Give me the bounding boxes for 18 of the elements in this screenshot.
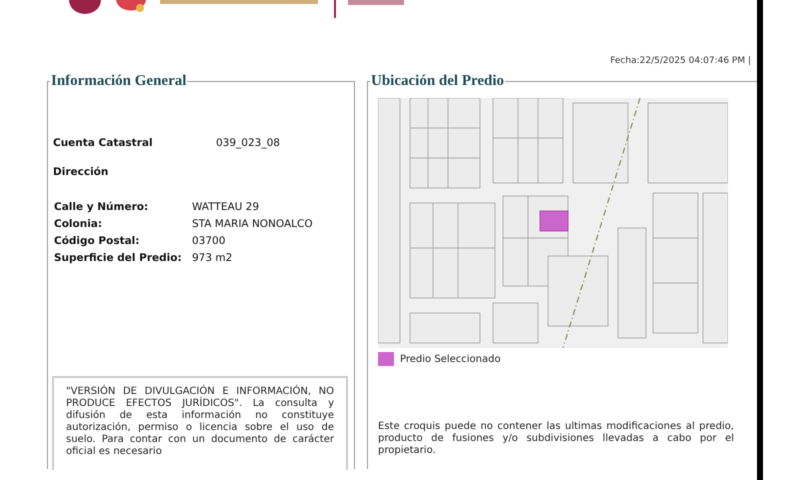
legend-label: Predio Seleccionado	[400, 352, 501, 366]
logo-strip	[348, 0, 404, 5]
field-label: Código Postal:	[54, 234, 140, 249]
map-note: Este croquis puede no contener las ultimas modificaciones al predio, producto de fusiones y/o subdivisiones llevadas a cabo por el propietario.	[378, 420, 734, 456]
field-value: WATTEAU 29	[192, 200, 260, 215]
disclaimer-text: "VERSIÓN DE DIVULGACIÓN E INFORMACIÓN, NO PRODUCE EFECTOS JURÍDICOS". La consulta y difusión de esta información no constituye autorización, permiso o licencia sobre el uso de suelo. Para contar con un documento de carácter oficial es necesario	[66, 386, 334, 458]
date-label: Fecha:22/5/2025 04:07:46 PM |	[610, 55, 751, 68]
field-label: Colonia:	[54, 217, 104, 232]
field-label: Cuenta Catastral	[53, 136, 154, 150]
section-heading: Dirección	[53, 166, 108, 178]
logo-divider	[334, 0, 336, 18]
round-emblem-icon	[68, 0, 102, 14]
field-value: 039_023_08	[216, 136, 280, 150]
field-value: 03700	[192, 234, 226, 249]
field-value: STA MARIA NONOALCO	[192, 217, 313, 232]
field-label: Superficie del Predio:	[54, 251, 183, 266]
field-value: 973 m2	[192, 251, 232, 266]
field-label: Calle y Número:	[54, 200, 150, 215]
